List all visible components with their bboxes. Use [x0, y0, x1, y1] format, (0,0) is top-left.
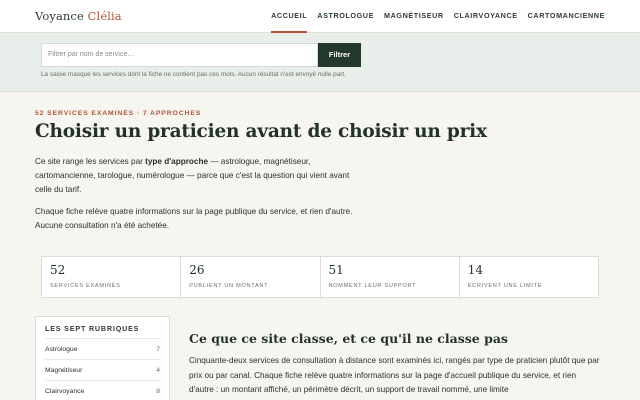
stat-name-support: 51 NOMMENT LEUR SUPPORT	[321, 257, 460, 297]
filter-note: La saisie masque les services dont la fi…	[41, 71, 346, 78]
stat-publish-amount: 26 PUBLIENT UN MONTANT	[181, 257, 321, 297]
sidebar-item-clairvoyance[interactable]: Clairvoyance 8	[45, 380, 160, 400]
stat-write-limit: 14 ÉCRIVENT UNE LIMITE	[460, 257, 598, 297]
nav-item-accueil[interactable]: ACCUEIL	[271, 0, 308, 33]
filter-button[interactable]: Filtrer	[318, 43, 361, 67]
sidebar-item-count: 7	[156, 346, 160, 353]
intro-paragraph-2: Chaque fiche relève quatre informations …	[35, 207, 353, 230]
hero-eyebrow: 52 SERVICES EXAMINÉS · 7 APPROCHES	[35, 110, 202, 117]
page-title: Choisir un praticien avant de choisir un…	[35, 121, 487, 142]
service-filter-input[interactable]: Filtrer par nom de service…	[41, 43, 318, 67]
sidebar-item-count: 8	[156, 388, 160, 395]
filter-band: Filtrer par nom de service… Filtrer	[0, 33, 640, 92]
sidebar-item-label: Clairvoyance	[45, 388, 85, 395]
site-logo[interactable]: Voyance Clélia	[35, 9, 122, 23]
nav-item-cartomancienne[interactable]: CARTOMANCIENNE	[528, 0, 605, 33]
nav-item-astrologue[interactable]: ASTROLOGUE	[317, 0, 374, 33]
sidebar-item-label: Magnétiseur	[45, 367, 83, 374]
stat-label: ÉCRIVENT UNE LIMITE	[467, 283, 543, 289]
logo-main-text: Voyance	[35, 9, 84, 23]
section-title: Ce que ce site classe, et ce qu'il ne cl…	[189, 331, 508, 346]
intro-text-start: Ce site range les services par	[35, 157, 146, 166]
intro-paragraph: Ce site range les services par type d'ap…	[35, 155, 355, 196]
stat-value: 51	[328, 263, 344, 277]
section-body: Cinquante-deux services de consultation …	[189, 356, 600, 395]
nav-item-magnetiseur[interactable]: MAGNÉTISEUR	[384, 0, 444, 33]
logo-accent-text: Clélia	[87, 9, 122, 23]
top-bar: Voyance Clélia ACCUEIL ASTROLOGUE MAGNÉT…	[0, 0, 640, 33]
main-nav: ACCUEIL ASTROLOGUE MAGNÉTISEUR CLAIRVOYA…	[271, 0, 605, 33]
stat-label: SERVICES EXAMINÉS	[50, 283, 121, 289]
intro-text-strong: type d'approche	[145, 157, 209, 166]
stat-value: 14	[467, 263, 484, 277]
stat-value: 26	[189, 263, 205, 277]
stat-value: 52	[50, 263, 66, 277]
sidebar-item-count: 4	[156, 367, 160, 374]
stats-panel: 52 SERVICES EXAMINÉS 26 PUBLIENT UN MONT…	[41, 256, 599, 298]
stat-label: PUBLIENT UN MONTANT	[189, 283, 269, 289]
sidebar-title: LES SEPT RUBRIQUES	[45, 324, 140, 333]
sidebar-item-label: Astrologue	[45, 346, 78, 353]
nav-item-clairvoyance[interactable]: CLAIRVOYANCE	[454, 0, 518, 33]
sidebar-item-astrologue[interactable]: Astrologue 7	[45, 338, 160, 359]
categories-sidebar: LES SEPT RUBRIQUES Astrologue 7 Magnétis…	[35, 316, 170, 400]
sidebar-item-magnetiseur[interactable]: Magnétiseur 4	[45, 359, 160, 380]
stat-services-examined: 52 SERVICES EXAMINÉS	[42, 257, 182, 297]
stat-label: NOMMENT LEUR SUPPORT	[328, 283, 417, 289]
